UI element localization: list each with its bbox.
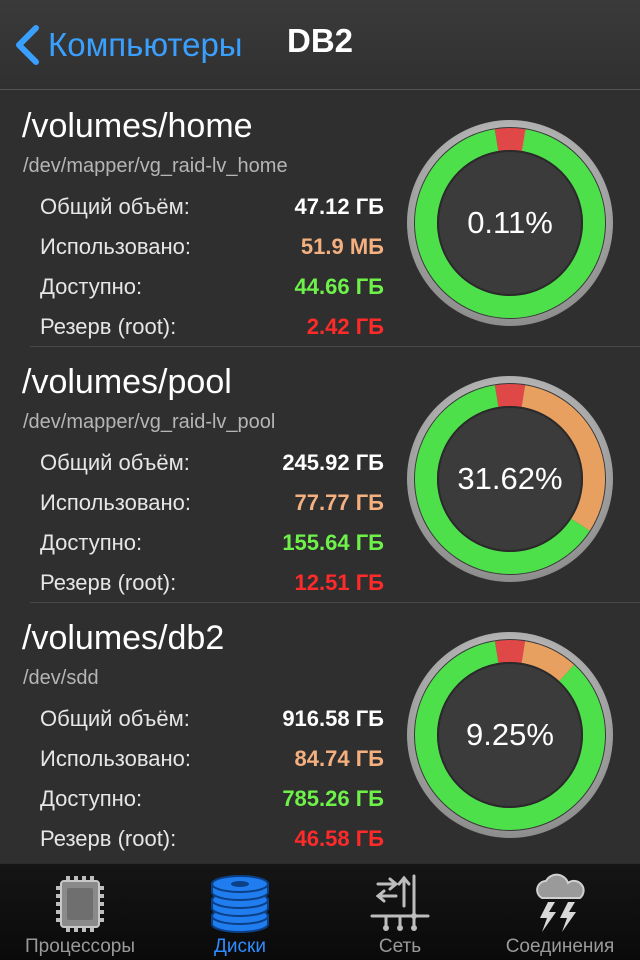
free-row: Доступно: 785.26 ГБ (40, 779, 384, 819)
used-value: 77.77 ГБ (294, 490, 384, 515)
used-value: 84.74 ГБ (294, 746, 384, 771)
usage-gauge: 9.25% (404, 629, 616, 841)
volume-card: /volumes/home /dev/mapper/vg_raid-lv_hom… (22, 91, 640, 347)
tab-connections[interactable]: Соединения (480, 864, 640, 960)
page-title: DB2 (287, 22, 354, 59)
usage-percent: 9.25% (466, 717, 554, 752)
tab-disks[interactable]: Диски (160, 864, 320, 960)
used-value: 51.9 МБ (300, 234, 384, 259)
total-label: Общий объём: (40, 450, 190, 475)
volumes-list[interactable]: /volumes/home /dev/mapper/vg_raid-lv_hom… (0, 91, 640, 863)
free-label: Доступно: (40, 786, 143, 811)
tab-bar: Процессоры Диски Сеть Соединения (0, 863, 640, 960)
volume-device: /dev/mapper/vg_raid-lv_pool (23, 411, 276, 433)
free-value: 44.66 ГБ (294, 274, 384, 299)
reserve-label: Резерв (root): (40, 826, 177, 851)
free-row: Доступно: 155.64 ГБ (40, 523, 384, 563)
chevron-left-icon (16, 25, 39, 65)
total-row: Общий объём: 245.92 ГБ (40, 443, 384, 483)
used-label: Использовано: (40, 746, 192, 771)
total-row: Общий объём: 47.12 ГБ (40, 187, 384, 227)
free-row: Доступно: 44.66 ГБ (40, 267, 384, 307)
tab-network[interactable]: Сеть (320, 864, 480, 960)
total-label: Общий объём: (40, 194, 190, 219)
reserve-value: 46.58 ГБ (294, 826, 384, 851)
tab-label: Процессоры (24, 936, 136, 957)
storm-cloud-icon (536, 873, 585, 932)
volume-device: /dev/mapper/vg_raid-lv_home (23, 155, 288, 177)
volume-card: /volumes/db2 /dev/sdd Общий объём: 916.5… (22, 603, 640, 859)
used-label: Использовано: (40, 490, 192, 515)
free-label: Доступно: (40, 274, 143, 299)
back-button[interactable]: Компьютеры (14, 20, 243, 70)
reserve-value: 12.51 ГБ (294, 570, 384, 595)
total-row: Общий объём: 916.58 ГБ (40, 699, 384, 739)
tab-processors[interactable]: Процессоры (0, 864, 160, 960)
volume-mount-point: /volumes/home (22, 107, 253, 145)
total-value: 245.92 ГБ (282, 450, 384, 475)
volume-mount-point: /volumes/pool (22, 363, 232, 401)
used-row: Использовано: 77.77 ГБ (40, 483, 384, 523)
usage-percent: 0.11% (467, 205, 553, 240)
disk-stack-icon (211, 875, 269, 933)
free-label: Доступно: (40, 530, 143, 555)
used-row: Использовано: 84.74 ГБ (40, 739, 384, 779)
total-label: Общий объём: (40, 706, 190, 731)
reserve-value: 2.42 ГБ (306, 314, 384, 339)
back-button-label: Компьютеры (48, 26, 243, 63)
network-icon (370, 874, 430, 931)
used-label: Использовано: (40, 234, 192, 259)
reserve-row: Резерв (root): 46.58 ГБ (40, 819, 384, 859)
reserve-label: Резерв (root): (40, 570, 177, 595)
total-value: 916.58 ГБ (282, 706, 384, 731)
navigation-bar: Компьютеры DB2 (0, 0, 640, 90)
total-value: 47.12 ГБ (294, 194, 384, 219)
cpu-chip-icon (56, 876, 104, 932)
tab-label: Диски (214, 936, 266, 957)
usage-gauge: 31.62% (404, 373, 616, 585)
tab-label: Соединения (505, 936, 615, 957)
volume-card: /volumes/pool /dev/mapper/vg_raid-lv_poo… (22, 347, 640, 603)
usage-gauge: 0.11% (404, 117, 616, 329)
tab-label: Сеть (378, 936, 422, 957)
free-value: 785.26 ГБ (282, 786, 384, 811)
usage-percent: 31.62% (457, 461, 563, 496)
reserve-row: Резерв (root): 12.51 ГБ (40, 563, 384, 603)
volume-mount-point: /volumes/db2 (22, 619, 225, 657)
free-value: 155.64 ГБ (282, 530, 384, 555)
reserve-label: Резерв (root): (40, 314, 177, 339)
volume-device: /dev/sdd (23, 667, 99, 689)
used-row: Использовано: 51.9 МБ (40, 227, 384, 267)
reserve-row: Резерв (root): 2.42 ГБ (40, 307, 384, 347)
